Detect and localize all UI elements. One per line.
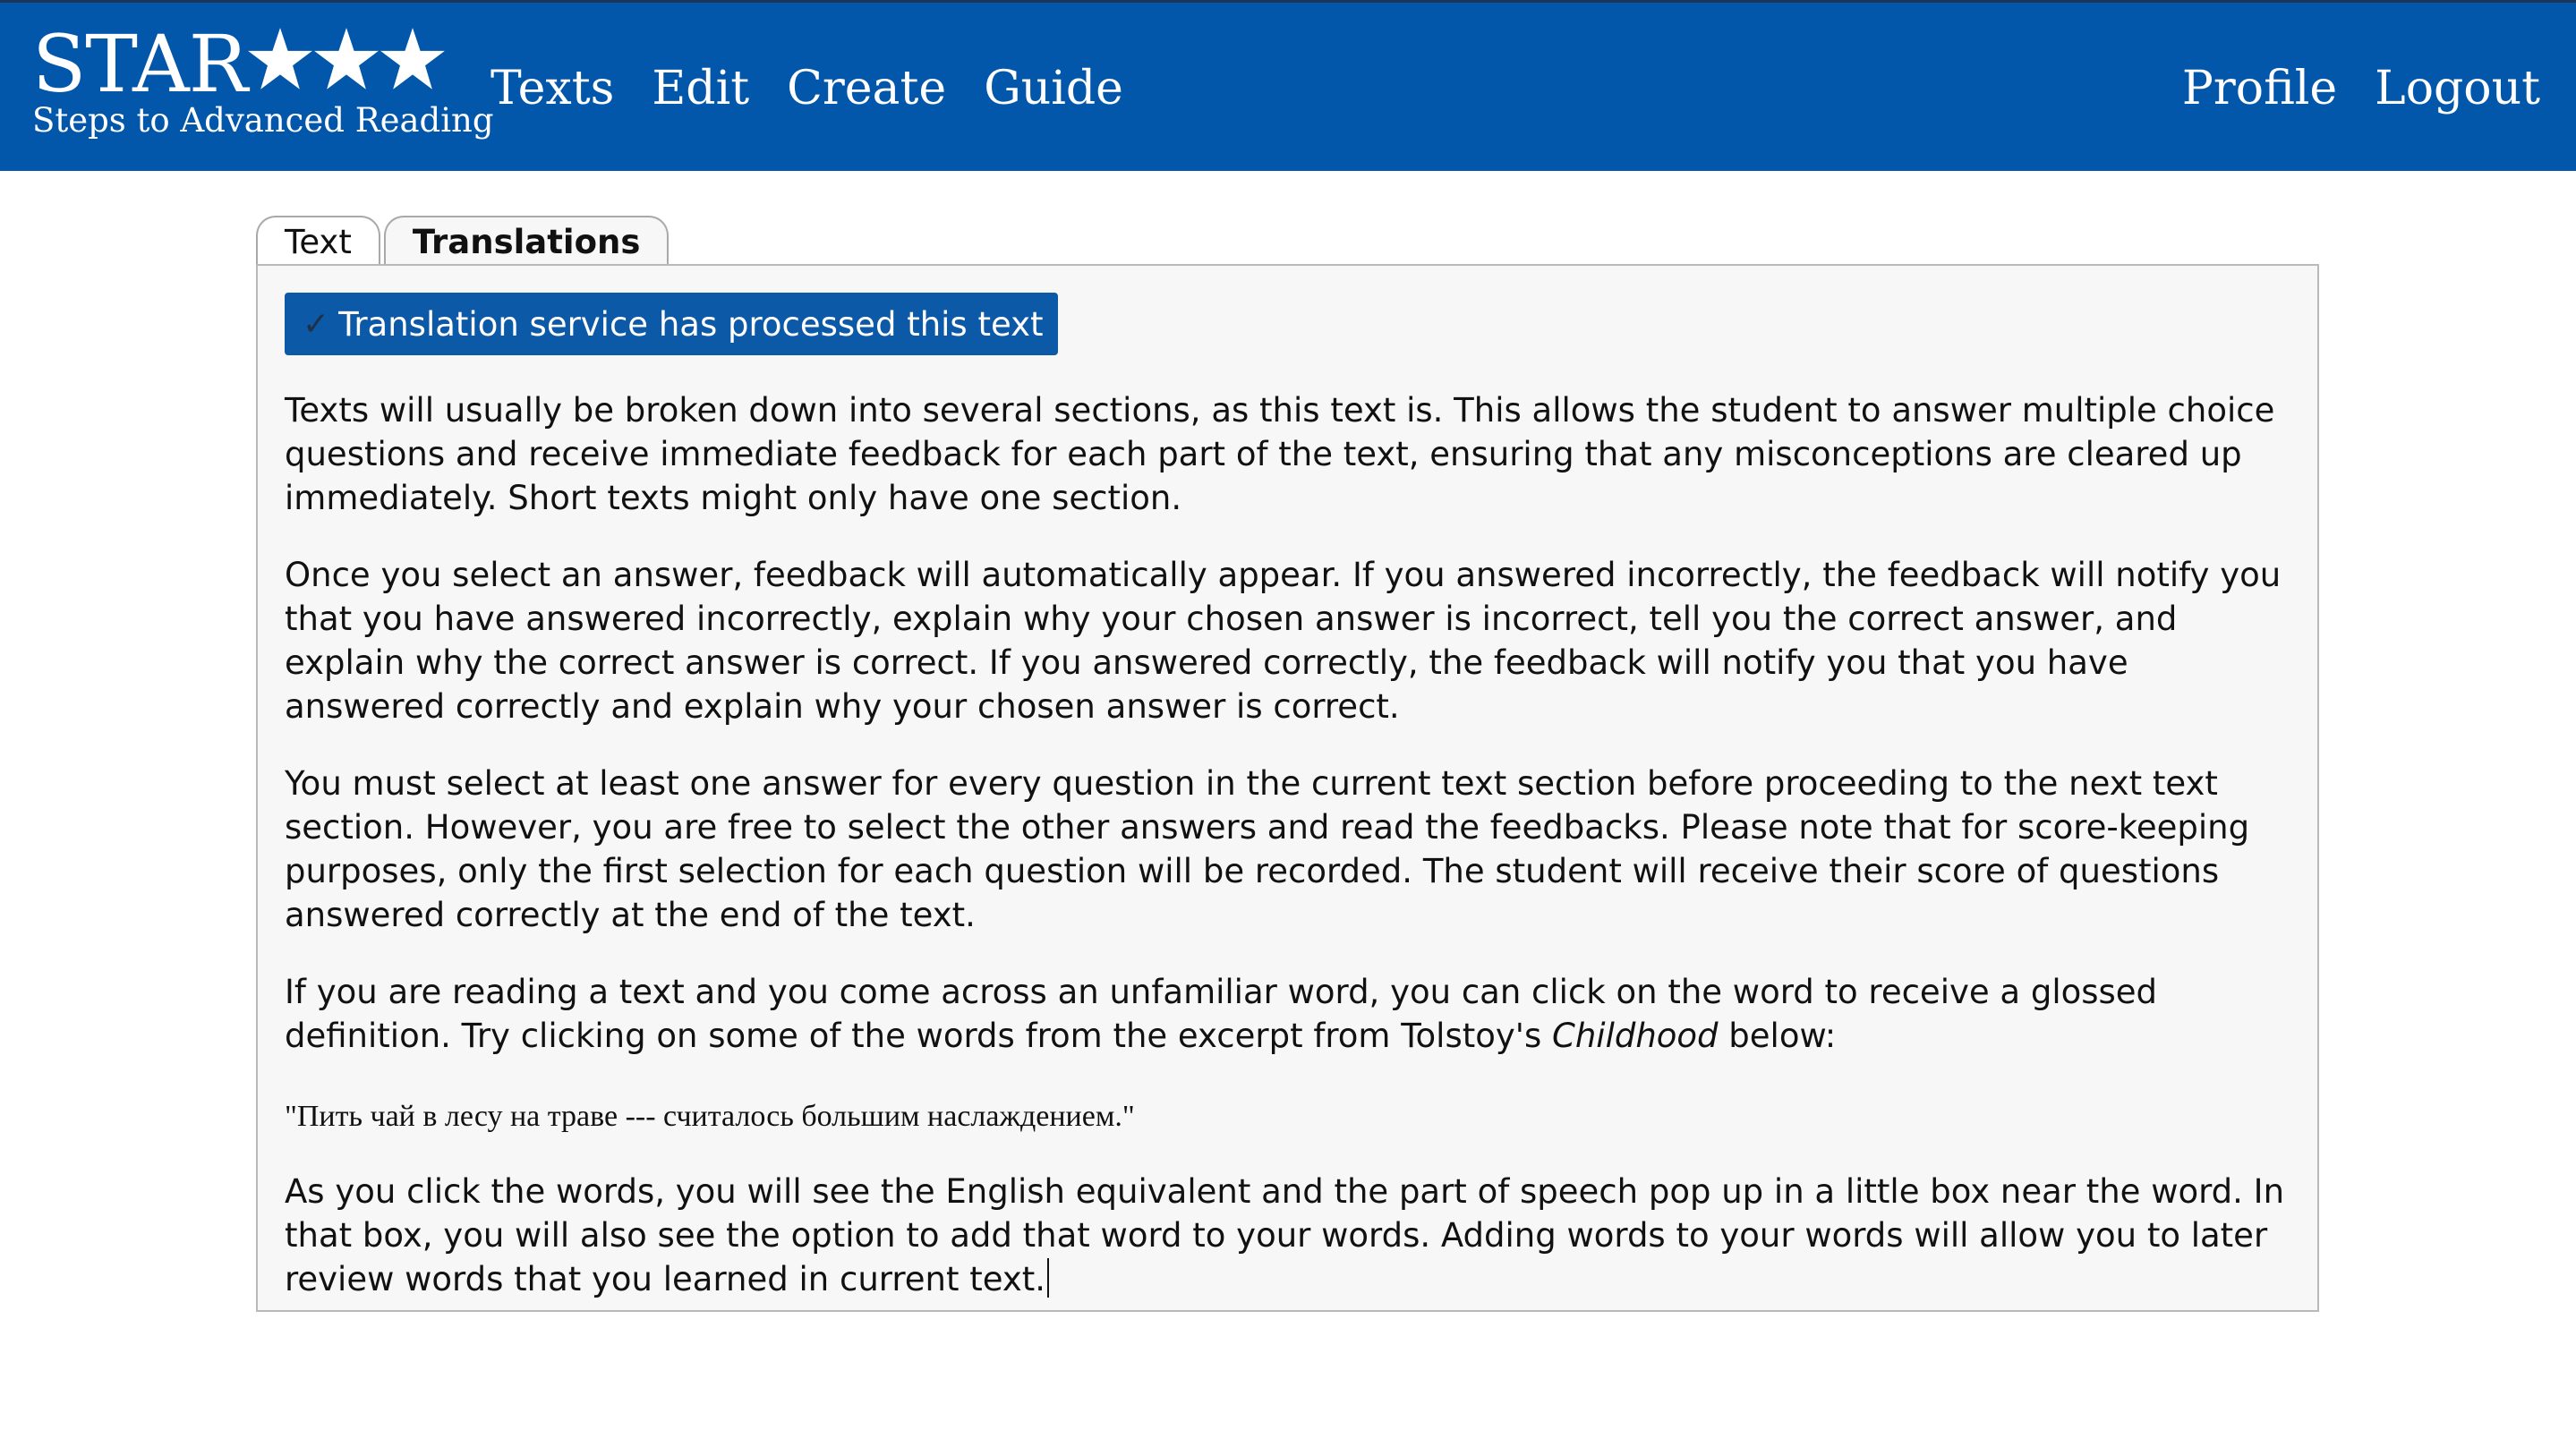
nav-edit-link[interactable]: Edit: [652, 60, 749, 117]
glossary-paragraph: If you are reading a text and you come a…: [285, 970, 2294, 1058]
instruction-paragraph: You must select at least one answer for …: [285, 764, 2250, 934]
final-paragraph[interactable]: As you click the words, you will see the…: [285, 1170, 2294, 1301]
site-logo[interactable]: STAR Steps to Advanced Reading: [32, 22, 494, 139]
star-icon: [380, 28, 445, 89]
logo-title: STAR: [32, 22, 494, 106]
content-tabs: Text Translations: [256, 216, 670, 268]
account-nav: Profile Logout: [2182, 60, 2540, 117]
russian-excerpt: "Пить чай в лесу на траве --- считалось …: [285, 1097, 2290, 1136]
instruction-paragraph: Once you select an answer, feedback will…: [285, 556, 2282, 726]
final-paragraph-text: As you click the words, you will see the…: [285, 1172, 2285, 1298]
tab-text[interactable]: Text: [256, 216, 380, 266]
tab-translations[interactable]: Translations: [383, 216, 670, 268]
status-banner: ✓ Translation service has processed this…: [285, 293, 1058, 355]
translations-panel: ✓ Translation service has processed this…: [256, 264, 2319, 1312]
nav-texts-link[interactable]: Texts: [490, 60, 614, 117]
russian-quote-words[interactable]: "Пить чай в лесу на траве --- считалось …: [285, 1100, 1135, 1133]
star-icon: [314, 28, 379, 89]
nav-create-link[interactable]: Create: [787, 60, 946, 117]
primary-nav: Texts Edit Create Guide: [490, 60, 1123, 117]
glossary-text-after: below:: [1718, 1017, 1837, 1055]
nav-guide-link[interactable]: Guide: [984, 60, 1123, 117]
top-navbar: STAR Steps to Advanced Reading Texts Edi…: [0, 0, 2576, 171]
logo-wordmark: STAR: [32, 18, 248, 110]
nav-profile-link[interactable]: Profile: [2182, 60, 2337, 117]
logo-stars: [248, 25, 448, 95]
check-icon: ✓: [303, 305, 330, 343]
logo-subtitle: Steps to Advanced Reading: [32, 101, 494, 140]
nav-logout-link[interactable]: Logout: [2375, 60, 2540, 117]
book-title: Childhood: [1552, 1017, 1719, 1055]
text-cursor: [1047, 1258, 1050, 1298]
status-text: Translation service has processed this t…: [338, 304, 1044, 344]
star-icon: [248, 28, 312, 89]
instruction-paragraph: Texts will usually be broken down into s…: [285, 391, 2275, 517]
glossary-text-before: If you are reading a text and you come a…: [285, 973, 2158, 1055]
